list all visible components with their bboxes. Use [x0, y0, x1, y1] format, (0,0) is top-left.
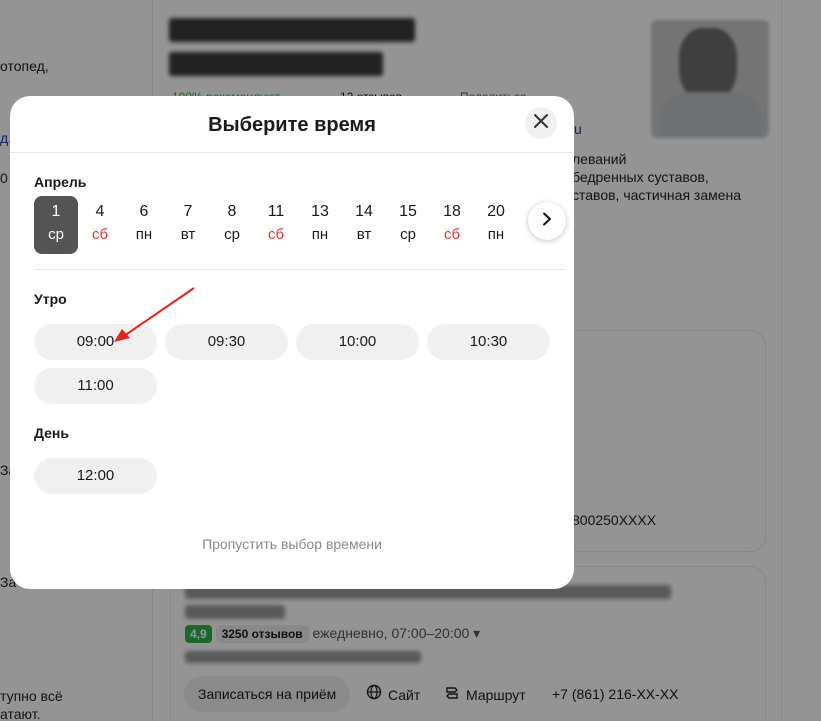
weekday-label: ср [48, 226, 64, 243]
date-option[interactable]: 11 сб [254, 196, 298, 254]
date-option[interactable]: 1 ср [34, 196, 78, 254]
date-number: 15 [399, 203, 417, 220]
date-number: 18 [443, 203, 461, 220]
date-number: 7 [183, 203, 193, 220]
date-number: 8 [227, 203, 237, 220]
chevron-right-icon [542, 212, 552, 231]
time-slot[interactable]: 09:00 [34, 324, 157, 360]
date-number: 14 [355, 203, 373, 220]
time-picker-modal: Выберите время Апрель 1 ср 4 сб 6 пн 7 вт 8 ср 11 с… [10, 96, 574, 589]
modal-title: Выберите время [208, 114, 376, 136]
month-label: Апрель [34, 174, 87, 190]
date-number: 6 [139, 203, 149, 220]
date-number: 4 [95, 203, 105, 220]
next-dates-button[interactable] [528, 202, 566, 240]
date-option[interactable]: 15 ср [386, 196, 430, 254]
date-option[interactable]: 14 вт [342, 196, 386, 254]
date-option[interactable]: 6 пн [122, 196, 166, 254]
weekday-label: пн [135, 226, 153, 243]
date-number: 13 [311, 203, 329, 220]
weekday-label: ср [400, 226, 416, 243]
date-number: 11 [267, 203, 285, 220]
weekday-label: вт [356, 226, 372, 243]
date-option[interactable]: 13 пн [298, 196, 342, 254]
date-option[interactable]: 7 вт [166, 196, 210, 254]
date-number: 1 [51, 203, 61, 220]
weekday-label: сб [443, 226, 461, 243]
weekday-label: вт [180, 226, 196, 243]
weekday-label: пн [311, 226, 329, 243]
date-strip: 1ср4сб6пн7вт8ср11сб13пн14вт15ср18сб20пн2… [34, 196, 534, 254]
weekday-label: сб [91, 226, 109, 243]
date-option[interactable]: 8 ср [210, 196, 254, 254]
time-slot[interactable]: 10:30 [427, 324, 550, 360]
date-option[interactable]: 4 сб [78, 196, 122, 254]
time-slot[interactable]: 12:00 [34, 458, 157, 494]
close-icon [534, 113, 548, 133]
weekday-label: ср [224, 226, 240, 243]
time-slot[interactable]: 11:00 [34, 368, 157, 404]
header-divider [10, 152, 574, 153]
morning-title: Утро [34, 291, 67, 307]
dates-divider [34, 269, 566, 270]
skip-time-link[interactable]: Пропустить выбор времени [10, 536, 574, 552]
weekday-label: сб [267, 226, 285, 243]
time-slot[interactable]: 10:00 [296, 324, 419, 360]
date-option[interactable]: 20 пн [474, 196, 518, 254]
close-button[interactable] [525, 107, 557, 139]
day-title: День [34, 425, 69, 441]
time-slot[interactable]: 09:30 [165, 324, 288, 360]
weekday-label: пн [487, 226, 505, 243]
date-option[interactable]: 18 сб [430, 196, 474, 254]
date-number: 20 [487, 203, 505, 220]
